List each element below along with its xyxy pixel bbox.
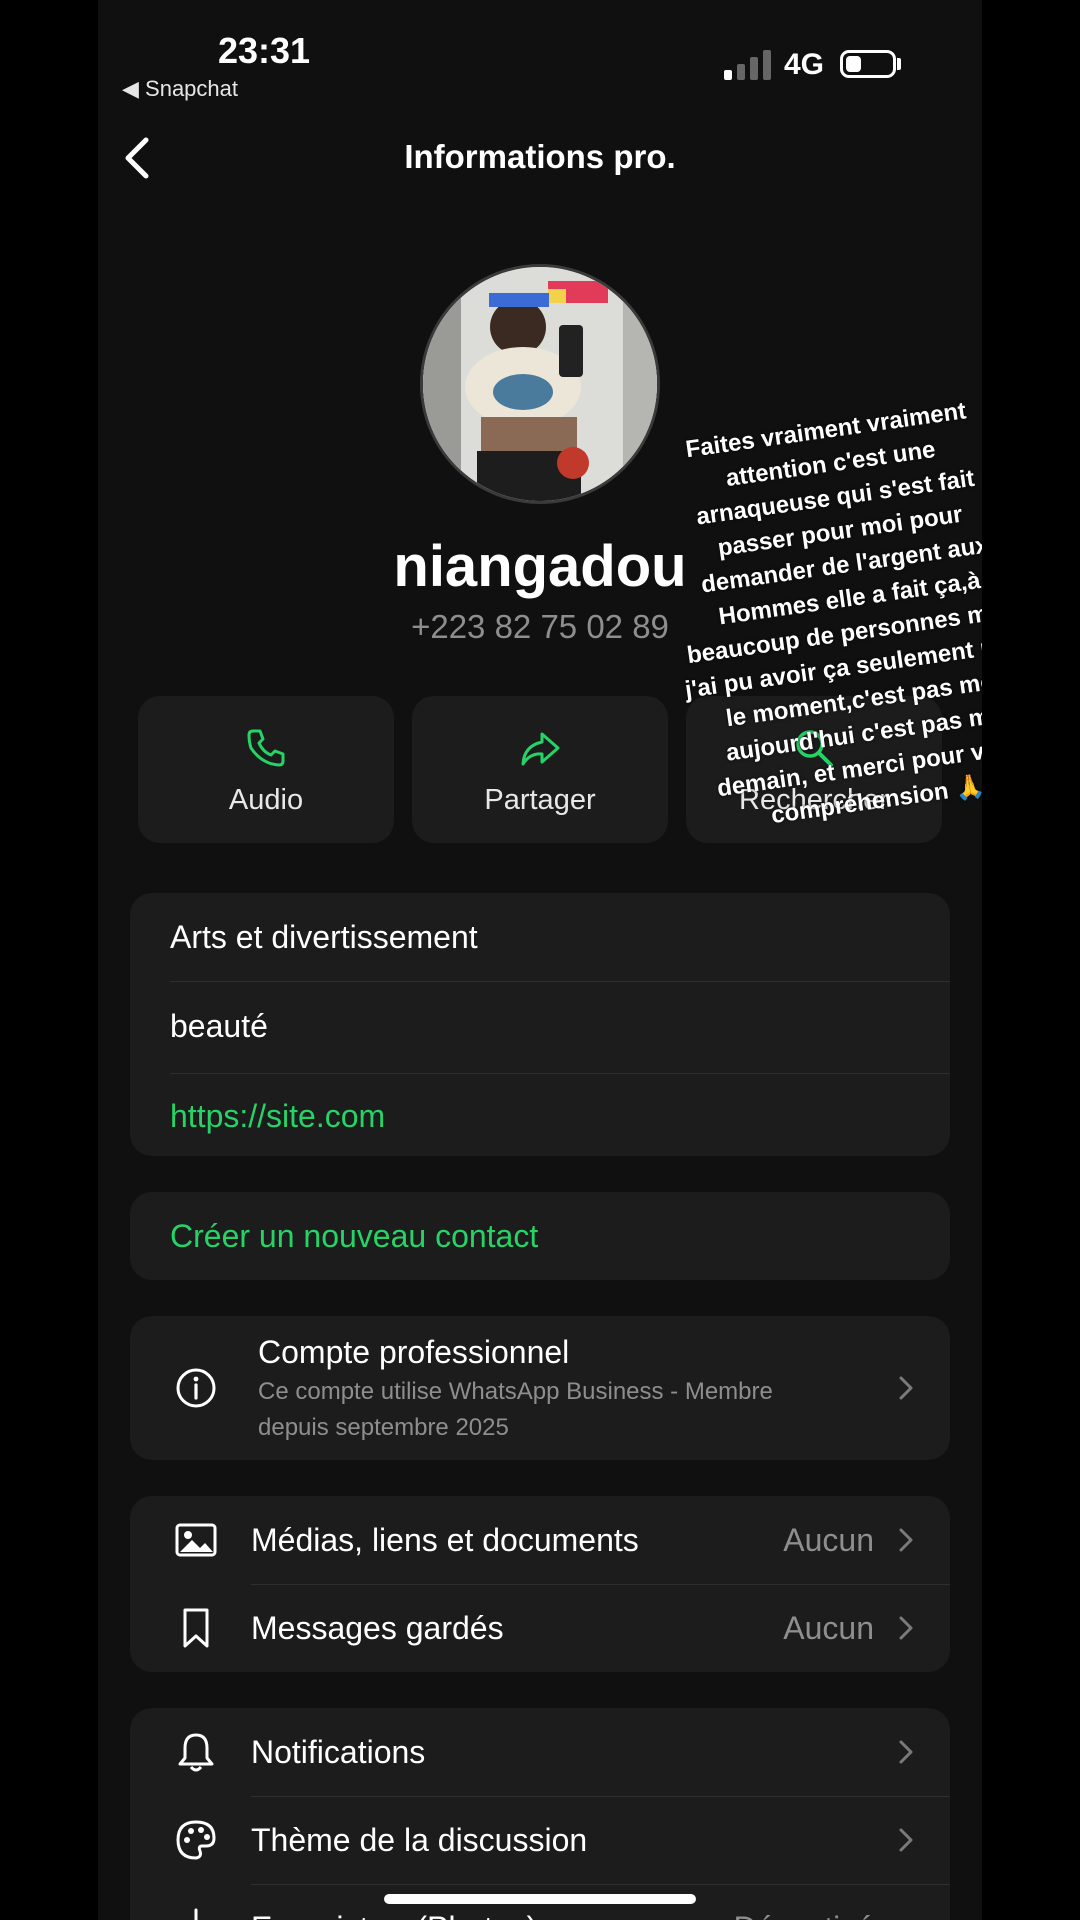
create-contact-link[interactable]: Créer un nouveau contact bbox=[170, 1218, 538, 1255]
business-description: beauté bbox=[170, 1008, 268, 1044]
share-icon bbox=[521, 732, 560, 766]
phone-icon bbox=[247, 729, 285, 767]
info-icon bbox=[176, 1368, 216, 1408]
bell-icon bbox=[178, 1733, 214, 1772]
status-time: 23:31 bbox=[218, 30, 311, 71]
page-title: Informations pro. bbox=[404, 138, 676, 175]
chevron-right-icon bbox=[899, 1828, 913, 1852]
download-icon bbox=[194, 1908, 198, 1920]
battery-tip bbox=[897, 58, 901, 70]
audio-label: Audio bbox=[228, 784, 304, 816]
media-value: Aucun bbox=[783, 1522, 874, 1558]
divider bbox=[170, 981, 950, 982]
share-label: Partager bbox=[484, 784, 596, 816]
chevron-right-icon bbox=[899, 1740, 913, 1764]
settings-card: Notifications Thème de la discussion bbox=[130, 1708, 950, 1920]
audio-call-button[interactable]: Audio bbox=[138, 696, 394, 843]
chat-theme-label: Thème de la discussion bbox=[251, 1822, 588, 1858]
story-caption-overlay: Faites vraiment vraiment attention c'est … bbox=[586, 381, 982, 852]
notifications-row[interactable]: Notifications bbox=[130, 1708, 950, 1796]
bookmark-icon bbox=[183, 1608, 209, 1648]
saved-label: Messages gardés bbox=[251, 1610, 504, 1646]
business-info-card: Arts et divertissement beauté https://si… bbox=[130, 893, 950, 1156]
chevron-right-icon bbox=[899, 1616, 913, 1640]
pro-account-subtitle-line1: Ce compte utilise WhatsApp Business - Me… bbox=[258, 1378, 773, 1405]
signal-icon bbox=[724, 50, 771, 80]
palette-icon bbox=[176, 1820, 216, 1860]
media-card: Médias, liens et documents Aucun Message… bbox=[130, 1496, 950, 1672]
create-contact-card[interactable]: Créer un nouveau contact bbox=[130, 1192, 950, 1280]
business-category: Arts et divertissement bbox=[170, 919, 478, 955]
divider bbox=[170, 1073, 950, 1074]
business-website-link[interactable]: https://site.com bbox=[170, 1098, 385, 1135]
media-label: Médias, liens et documents bbox=[251, 1522, 639, 1558]
saved-messages-row[interactable]: Messages gardés Aucun bbox=[130, 1584, 950, 1672]
save-photos-value: Désactivé bbox=[734, 1910, 875, 1920]
save-photos-label: Enregistrer (Photos) bbox=[251, 1910, 537, 1920]
phone-screen: 23:31 ◀ Snapchat 4G Informations pro. ni… bbox=[98, 0, 982, 1920]
pro-account-card[interactable]: Compte professionnel Ce compte utilise W… bbox=[130, 1316, 950, 1460]
back-to-app-link[interactable]: ◀ Snapchat bbox=[122, 76, 238, 102]
chevron-right-icon bbox=[899, 1376, 913, 1400]
chevron-right-icon bbox=[899, 1528, 913, 1552]
pro-account-subtitle-line2: depuis septembre 2025 bbox=[258, 1414, 509, 1441]
network-type: 4G bbox=[784, 48, 825, 81]
image-icon bbox=[175, 1523, 217, 1557]
pro-account-title: Compte professionnel bbox=[258, 1334, 570, 1370]
home-indicator[interactable] bbox=[384, 1894, 696, 1904]
notifications-label: Notifications bbox=[251, 1734, 426, 1770]
media-links-docs-row[interactable]: Médias, liens et documents Aucun bbox=[130, 1496, 950, 1584]
saved-value: Aucun bbox=[783, 1610, 874, 1646]
battery-icon bbox=[840, 50, 896, 78]
chat-theme-row[interactable]: Thème de la discussion bbox=[130, 1796, 950, 1884]
